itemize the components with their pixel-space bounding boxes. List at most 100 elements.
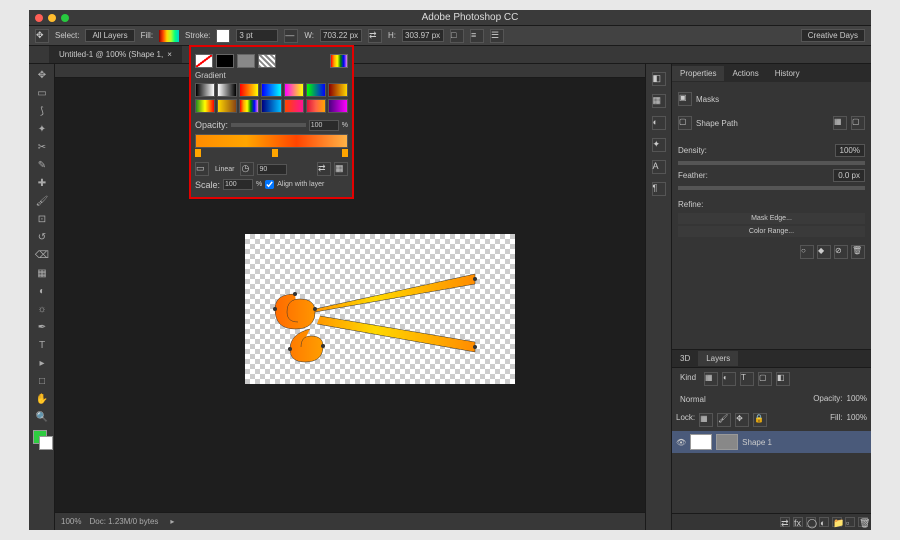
lock-pixels-icon[interactable]: 🖌 <box>717 413 731 427</box>
workspace-dropdown[interactable]: Creative Days <box>801 29 865 42</box>
filter-kind[interactable]: Kind <box>676 372 700 386</box>
lasso-tool[interactable]: ⟆ <box>31 102 53 120</box>
gradient-preset[interactable] <box>328 83 348 97</box>
gradient-preset[interactable] <box>217 83 237 97</box>
shape-tool[interactable]: □ <box>31 372 53 390</box>
path-select-tool[interactable]: ▸ <box>31 354 53 372</box>
feather-value[interactable]: 0.0 px <box>833 169 865 182</box>
gradient-bar[interactable] <box>195 134 348 148</box>
blur-tool[interactable]: ◐ <box>31 282 53 300</box>
gradient-preset[interactable] <box>217 99 237 113</box>
path-ops-icon[interactable]: □ <box>450 29 464 43</box>
eraser-tool[interactable]: ⌫ <box>31 246 53 264</box>
tab-layers[interactable]: Layers <box>698 351 738 366</box>
filter-smart-icon[interactable]: ◧ <box>776 372 790 386</box>
align-icon[interactable]: ≡ <box>470 29 484 43</box>
gradient-fill-swatch[interactable] <box>237 54 255 68</box>
align-checkbox[interactable] <box>265 180 274 189</box>
tab-3d[interactable]: 3D <box>672 351 698 366</box>
heal-tool[interactable]: ✚ <box>31 174 53 192</box>
gradient-preset[interactable] <box>239 99 259 113</box>
vector-mask-icon[interactable]: ▢ <box>851 116 865 130</box>
fill-value[interactable]: 100% <box>847 413 867 427</box>
path-tool-icon[interactable]: ✥ <box>35 29 49 43</box>
gradient-preset[interactable] <box>284 99 304 113</box>
eyedropper-tool[interactable]: ✎ <box>31 156 53 174</box>
zoom-level[interactable]: 100% <box>61 517 81 526</box>
doc-info-arrow-icon[interactable]: ▸ <box>170 517 174 526</box>
stroke-style-icon[interactable]: — <box>284 29 298 43</box>
width-input[interactable]: 703.22 px <box>320 29 362 42</box>
fill-swatch[interactable] <box>159 30 179 42</box>
arrange-icon[interactable]: ☰ <box>490 29 504 43</box>
opacity-slider[interactable] <box>231 123 306 127</box>
gradient-preset[interactable] <box>328 99 348 113</box>
select-dropdown[interactable]: All Layers <box>85 29 134 42</box>
adjustment-layer-icon[interactable]: ◐ <box>819 517 829 527</box>
layer-mask-icon[interactable]: ◯ <box>806 517 816 527</box>
reverse-icon[interactable]: ⇄ <box>317 162 331 176</box>
swatches-panel-icon[interactable]: ▦ <box>652 94 666 108</box>
lock-transparency-icon[interactable]: ▦ <box>699 413 713 427</box>
height-input[interactable]: 303.97 px <box>402 29 444 42</box>
density-slider[interactable] <box>678 161 865 165</box>
gradient-stop[interactable] <box>195 149 201 157</box>
delete-mask-icon[interactable]: 🗑 <box>851 245 865 259</box>
crop-tool[interactable]: ✂ <box>31 138 53 156</box>
new-layer-icon[interactable]: ▫ <box>845 517 855 527</box>
snap-icon[interactable]: ▦ <box>334 162 348 176</box>
color-swatches[interactable] <box>31 430 52 454</box>
disable-mask-icon[interactable]: ⊘ <box>834 245 848 259</box>
gradient-preset[interactable] <box>195 99 215 113</box>
lock-position-icon[interactable]: ✥ <box>735 413 749 427</box>
gradient-preset[interactable] <box>261 99 281 113</box>
visibility-icon[interactable]: 👁 <box>676 438 686 447</box>
shape-scissors[interactable] <box>265 254 495 364</box>
color-range-button[interactable]: Color Range... <box>678 226 865 237</box>
gradient-preset[interactable] <box>284 83 304 97</box>
feather-slider[interactable] <box>678 186 865 190</box>
gradient-tool[interactable]: ▦ <box>31 264 53 282</box>
styles-panel-icon[interactable]: ✦ <box>652 138 666 152</box>
gradient-type-icon[interactable]: ▭ <box>195 162 209 176</box>
wand-tool[interactable]: ✦ <box>31 120 53 138</box>
filter-adjust-icon[interactable]: ◐ <box>722 372 736 386</box>
pixel-mask-icon[interactable]: ▦ <box>833 116 847 130</box>
layer-name[interactable]: Shape 1 <box>742 438 772 447</box>
mask-edge-button[interactable]: Mask Edge... <box>678 213 865 224</box>
character-panel-icon[interactable]: A <box>652 160 666 174</box>
group-icon[interactable]: 📁 <box>832 517 842 527</box>
color-panel-icon[interactable]: ◧ <box>652 72 666 86</box>
adjustments-panel-icon[interactable]: ◐ <box>652 116 666 130</box>
background-color[interactable] <box>39 436 53 450</box>
trash-icon[interactable]: 🗑 <box>858 517 868 527</box>
gradient-preset[interactable] <box>306 99 326 113</box>
document-tab[interactable]: Untitled-1 @ 100% (Shape 1, × <box>49 46 182 63</box>
gradient-stop[interactable] <box>272 149 278 157</box>
scale-input[interactable]: 100 <box>223 179 253 190</box>
layer-thumbnail[interactable] <box>690 434 712 450</box>
move-tool[interactable]: ✥ <box>31 66 53 84</box>
brush-tool[interactable]: 🖌 <box>31 192 53 210</box>
layer-row[interactable]: 👁 Shape 1 <box>672 431 871 453</box>
paragraph-panel-icon[interactable]: ¶ <box>652 182 666 196</box>
type-tool[interactable]: T <box>31 336 53 354</box>
filter-shape-icon[interactable]: ▢ <box>758 372 772 386</box>
tab-properties[interactable]: Properties <box>672 66 724 81</box>
gradient-preset[interactable] <box>239 83 259 97</box>
layer-fx-icon[interactable]: fx <box>793 517 803 527</box>
density-value[interactable]: 100% <box>835 144 865 157</box>
close-icon[interactable] <box>35 14 43 22</box>
minimize-icon[interactable] <box>48 14 56 22</box>
filter-pixel-icon[interactable]: ▦ <box>704 372 718 386</box>
mask-thumbnail[interactable] <box>716 434 738 450</box>
filter-type-icon[interactable]: T <box>740 372 754 386</box>
marquee-tool[interactable]: ▭ <box>31 84 53 102</box>
gradient-preset[interactable] <box>306 83 326 97</box>
lock-all-icon[interactable]: 🔒 <box>753 413 767 427</box>
stroke-width-input[interactable]: 3 pt <box>236 29 278 42</box>
hand-tool[interactable]: ✋ <box>31 390 53 408</box>
opacity-input[interactable]: 100 <box>309 120 339 131</box>
gradient-stop[interactable] <box>342 149 348 157</box>
pen-tool[interactable]: ✒ <box>31 318 53 336</box>
